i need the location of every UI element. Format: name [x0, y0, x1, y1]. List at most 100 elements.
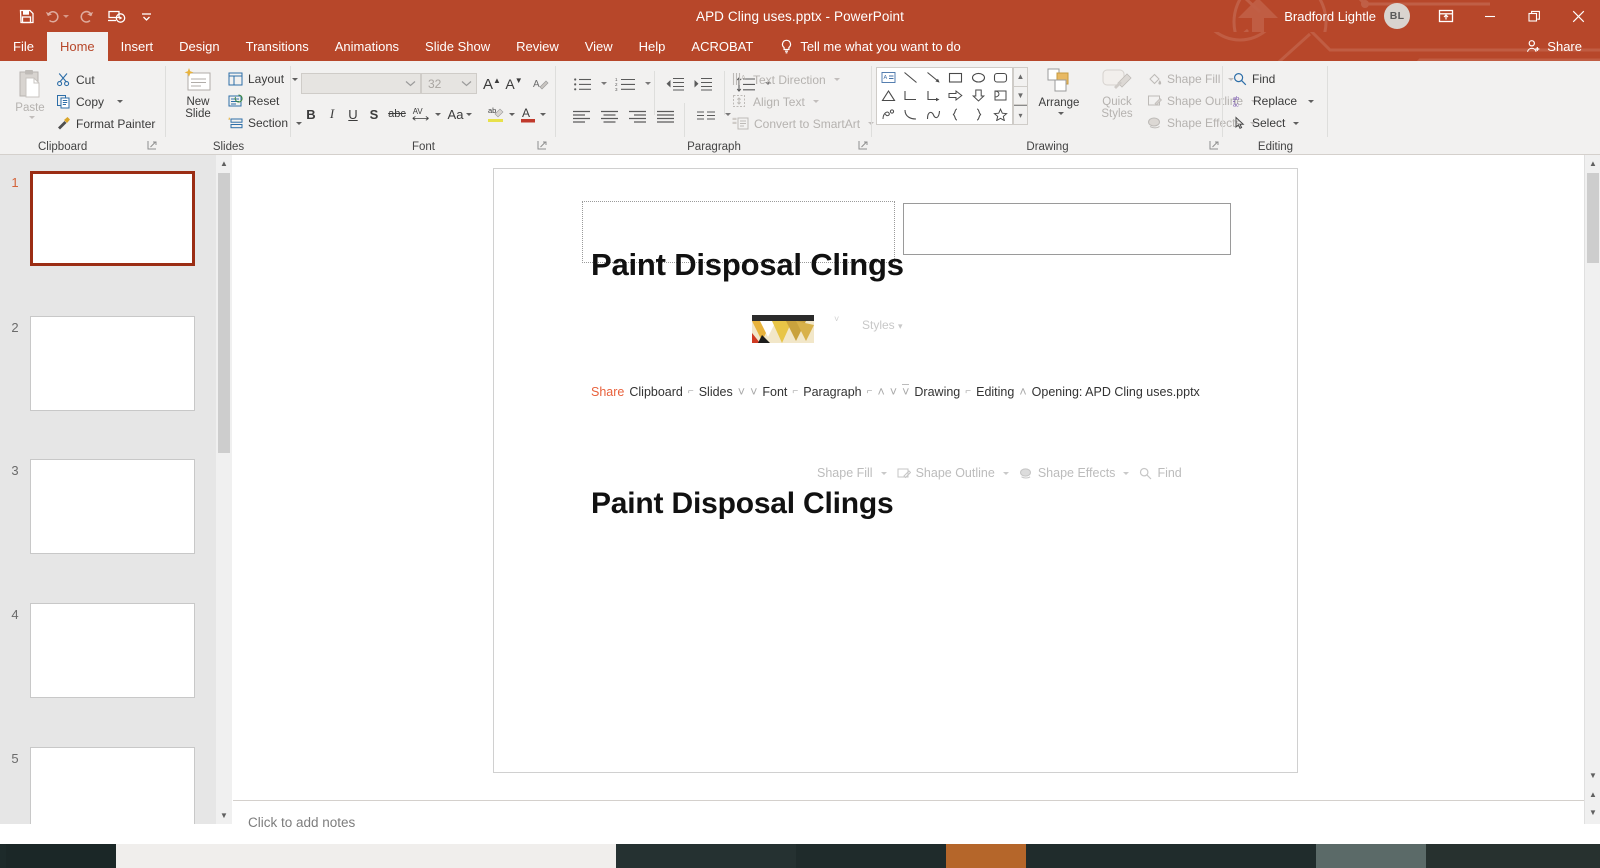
tab-home[interactable]: Home — [47, 32, 108, 61]
shapes-gallery-scroll[interactable]: ▲ ▼ ▾ — [1013, 67, 1028, 125]
font-size-chevron-down-icon[interactable] — [461, 80, 472, 87]
clipboard-dialog-launcher[interactable] — [147, 140, 159, 152]
slide-thumbnail[interactable] — [30, 603, 195, 698]
font-dialog-launcher[interactable] — [537, 140, 549, 152]
tab-design[interactable]: Design — [166, 32, 232, 61]
text-shadow-button[interactable]: S — [364, 103, 384, 125]
shape-star-icon[interactable] — [990, 105, 1013, 124]
notes-pane[interactable]: Click to add notes — [233, 800, 1584, 844]
shape-curve-icon[interactable] — [900, 105, 923, 124]
text-highlight-color-button[interactable]: ab — [485, 103, 515, 125]
align-center-button[interactable] — [596, 105, 622, 127]
tab-help[interactable]: Help — [626, 32, 679, 61]
shape-rounded-rectangle-icon[interactable] — [990, 68, 1013, 87]
align-text-button[interactable]: Align Text — [732, 94, 819, 109]
tab-acrobat[interactable]: ACROBAT — [678, 32, 766, 61]
convert-to-smartart-button[interactable]: Convert to SmartArt — [732, 116, 874, 131]
shape-rectangle-icon[interactable] — [945, 68, 968, 87]
change-case-button[interactable]: Aa — [443, 103, 477, 125]
tell-me-search[interactable]: Tell me what you want to do — [766, 32, 970, 61]
shape-freeform-icon[interactable] — [877, 105, 900, 124]
account-name[interactable]: Bradford Lightle — [1284, 9, 1376, 24]
thumbnail-scroll-down-icon[interactable]: ▼ — [216, 807, 232, 824]
shape-flowchart-icon[interactable] — [990, 87, 1013, 106]
current-slide[interactable]: Paint Disposal Clings Styles ▾ ˅ — [493, 168, 1298, 773]
copy-button[interactable]: Copy — [56, 94, 123, 109]
columns-button[interactable] — [692, 105, 720, 127]
underline-button[interactable]: U — [343, 103, 363, 125]
thumbnail-item-3[interactable]: 3 — [0, 459, 218, 554]
slide-thumbnail[interactable] — [30, 459, 195, 554]
share-button[interactable]: Share — [1520, 32, 1588, 61]
slide-scroll-down-icon[interactable]: ▼ — [1585, 767, 1600, 784]
font-size-input[interactable]: 32 — [421, 73, 477, 94]
font-color-button[interactable]: A — [517, 103, 547, 125]
clear-all-formatting-button[interactable]: A — [529, 73, 551, 95]
shape-elbow-arrow-connector-icon[interactable] — [922, 87, 945, 106]
thumbnail-scroll-up-icon[interactable]: ▲ — [216, 155, 232, 172]
shape-triangle-icon[interactable] — [877, 87, 900, 106]
previous-slide-icon[interactable]: ▲ — [1585, 786, 1600, 803]
tab-file[interactable]: File — [0, 32, 47, 61]
shape-elbow-connector-icon[interactable] — [900, 87, 923, 106]
paste-button[interactable]: Paste — [8, 69, 52, 119]
font-color-caret[interactable] — [540, 113, 546, 116]
shapes-scroll-up-icon[interactable]: ▲ — [1014, 68, 1027, 87]
bold-button[interactable]: B — [301, 103, 321, 125]
taskbar-active-window[interactable] — [116, 844, 616, 868]
font-name-chevron-down-icon[interactable] — [405, 80, 416, 87]
decrease-font-size-button[interactable]: A▼ — [503, 73, 525, 95]
cut-button[interactable]: Cut — [56, 72, 95, 87]
increase-indent-button[interactable] — [690, 73, 716, 95]
slide-title-text[interactable]: Paint Disposal Clings — [591, 487, 894, 521]
slide-area-scrollbar[interactable]: ▲ ▼ ▲ ▼ — [1584, 155, 1600, 824]
character-spacing-button[interactable]: AV — [411, 103, 441, 125]
text-direction-button[interactable]: A Text Direction — [732, 72, 840, 87]
shape-right-brace-icon[interactable] — [967, 105, 990, 124]
tab-view[interactable]: View — [572, 32, 626, 61]
tab-insert[interactable]: Insert — [108, 32, 167, 61]
paragraph-dialog-launcher[interactable] — [858, 140, 870, 152]
shapes-scroll-down-icon[interactable]: ▼ — [1014, 87, 1027, 106]
minimize-icon[interactable] — [1468, 0, 1512, 32]
notes-placeholder[interactable]: Click to add notes — [233, 815, 355, 830]
paste-dropdown-caret[interactable] — [29, 116, 35, 119]
italic-button[interactable]: I — [322, 103, 342, 125]
slide-editing-area[interactable]: Paint Disposal Clings Styles ▾ ˅ — [233, 155, 1584, 824]
bullets-caret[interactable] — [601, 82, 607, 85]
change-case-caret[interactable] — [466, 113, 472, 116]
shape-down-arrow-icon[interactable] — [967, 87, 990, 106]
restore-icon[interactable] — [1512, 0, 1556, 32]
reset-button[interactable]: Reset — [228, 94, 279, 108]
close-icon[interactable] — [1556, 0, 1600, 32]
slide-thumbnail[interactable] — [30, 747, 195, 824]
slide-scroll-up-icon[interactable]: ▲ — [1585, 155, 1600, 172]
bullets-button[interactable] — [568, 73, 596, 95]
shape-arrow-icon[interactable] — [922, 68, 945, 87]
quick-styles-button[interactable]: Quick Styles — [1090, 67, 1144, 120]
tab-review[interactable]: Review — [503, 32, 572, 61]
new-slide-button[interactable]: New Slide — [173, 67, 223, 120]
select-button[interactable]: Select — [1233, 116, 1299, 130]
shape-right-arrow-icon[interactable] — [945, 87, 968, 106]
arrange-caret[interactable] — [1058, 112, 1064, 115]
justify-button[interactable] — [652, 105, 678, 127]
thumbnail-item-4[interactable]: 4 — [0, 603, 218, 698]
thumbnail-item-2[interactable]: 2 — [0, 316, 218, 411]
shape-left-brace-icon[interactable] — [945, 105, 968, 124]
slide-scrollbar-thumb[interactable] — [1587, 173, 1599, 263]
replace-button[interactable]: ab ac Replace — [1233, 94, 1314, 108]
next-slide-icon[interactable]: ▼ — [1585, 804, 1600, 821]
thumbnail-scrollbar-thumb[interactable] — [218, 173, 230, 453]
copy-dropdown-caret[interactable] — [117, 100, 123, 103]
tab-slide-show[interactable]: Slide Show — [412, 32, 503, 61]
text-highlight-caret[interactable] — [509, 113, 515, 116]
columns-caret[interactable] — [725, 113, 731, 116]
shapes-gallery[interactable]: A — [876, 67, 1013, 125]
arrange-button[interactable]: Arrange — [1032, 67, 1086, 115]
avatar[interactable]: BL — [1384, 3, 1410, 29]
drawing-dialog-launcher[interactable] — [1209, 140, 1221, 152]
decrease-indent-button[interactable] — [662, 73, 688, 95]
shape-arc-icon[interactable] — [922, 105, 945, 124]
increase-font-size-button[interactable]: A▲ — [481, 73, 503, 95]
